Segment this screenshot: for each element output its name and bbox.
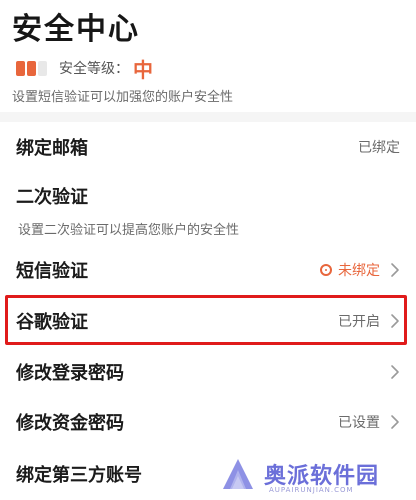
row-label: 绑定邮箱	[16, 138, 88, 159]
row-change-fund-password[interactable]: 修改资金密码 已设置	[0, 400, 416, 444]
row-label: 短信验证	[16, 261, 88, 282]
row-subtitle: 设置二次验证可以提高您账户的安全性	[18, 223, 240, 238]
row-google-auth[interactable]: 谷歌验证 已开启	[0, 298, 416, 344]
watermark: 奥派软件园 AUPAIRUNJIAN.COM	[220, 450, 410, 498]
chevron-right-icon	[391, 314, 399, 328]
status-text: 未绑定	[338, 263, 380, 279]
row-sms-verify[interactable]: 短信验证 未绑定	[0, 248, 416, 292]
watermark-subtext: AUPAIRUNJIAN.COM	[269, 486, 354, 494]
security-level-label: 安全等级：	[59, 61, 129, 77]
level-bar-1	[16, 60, 25, 76]
warning-circle-icon	[320, 264, 332, 276]
security-level-bars	[16, 60, 47, 76]
row-bind-email[interactable]: 绑定邮箱 已绑定	[0, 124, 416, 170]
chevron-right-icon	[391, 263, 399, 277]
status-text: 已开启	[338, 314, 380, 330]
row-label: 二次验证	[16, 187, 88, 208]
security-level-value: 中	[133, 57, 153, 82]
level-bar-2	[27, 60, 36, 76]
page-title: 安全中心	[12, 12, 140, 47]
chevron-right-icon	[391, 365, 399, 379]
row-two-factor[interactable]: 二次验证	[0, 176, 416, 216]
status-text: 已设置	[338, 415, 380, 431]
row-change-login-password[interactable]: 修改登录密码	[0, 350, 416, 394]
status-text: 已绑定	[358, 140, 400, 156]
security-tip: 设置短信验证可以加强您的账户安全性	[12, 90, 234, 105]
row-label: 绑定第三方账号	[16, 465, 142, 486]
row-label: 谷歌验证	[16, 312, 88, 333]
watermark-logo-icon	[223, 459, 253, 489]
row-label: 修改登录密码	[16, 363, 124, 384]
section-divider	[0, 112, 416, 122]
security-level: 安全等级： 中	[16, 58, 153, 82]
row-label: 修改资金密码	[16, 413, 124, 434]
status-unbound: 未绑定	[320, 260, 380, 280]
chevron-right-icon	[391, 415, 399, 429]
level-bar-3	[38, 60, 47, 76]
